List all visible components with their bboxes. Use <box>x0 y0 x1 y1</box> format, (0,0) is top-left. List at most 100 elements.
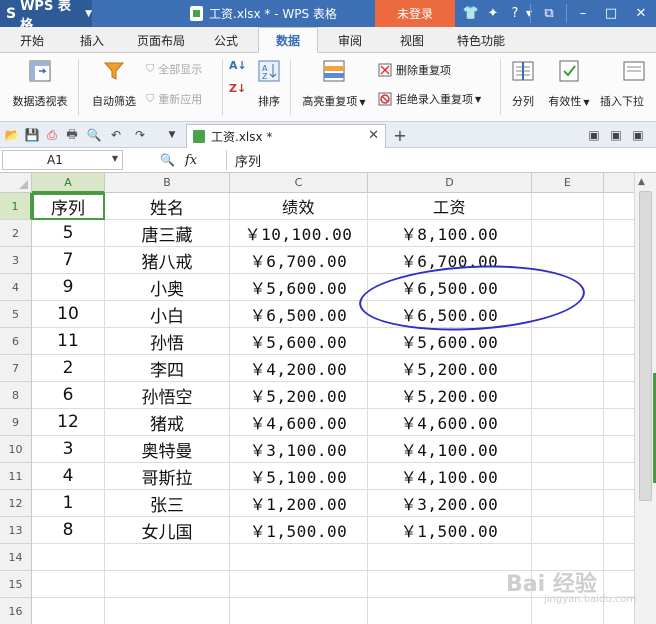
row-header-1[interactable]: 1 <box>0 193 32 220</box>
cell-c12[interactable]: ￥1,200.00 <box>230 490 368 517</box>
cell-b2[interactable]: 唐三藏 <box>105 220 230 247</box>
cell-a9[interactable]: 12 <box>32 409 105 436</box>
cell-a10[interactable]: 3 <box>32 436 105 463</box>
cell-c4[interactable]: ￥5,600.00 <box>230 274 368 301</box>
tab-page-layout[interactable]: 页面布局 <box>126 27 196 53</box>
maximize-icon[interactable]: □ <box>600 0 622 27</box>
cell-e1[interactable] <box>532 193 604 220</box>
cell-f8[interactable] <box>604 382 634 409</box>
cell-f11[interactable] <box>604 463 634 490</box>
spreadsheet-grid[interactable]: A B C D E 1 序列 姓名 绩效 工资 2 5 唐三藏 ￥10,100.00 ￥8,100.00 3 7… <box>0 173 634 624</box>
cell-c6[interactable]: ￥5,600.00 <box>230 328 368 355</box>
export-pdf-icon[interactable]: ⎙ <box>44 127 60 143</box>
cell-c16[interactable] <box>230 598 368 624</box>
row-header-8[interactable]: 8 <box>0 382 32 409</box>
tab-special[interactable]: 特色功能 <box>446 27 516 53</box>
row-header-7[interactable]: 7 <box>0 355 32 382</box>
cell-b1[interactable]: 姓名 <box>105 193 230 220</box>
row-header-2[interactable]: 2 <box>0 220 32 247</box>
cell-f10[interactable] <box>604 436 634 463</box>
cell-b6[interactable]: 孙悟 <box>105 328 230 355</box>
cell-f13[interactable] <box>604 517 634 544</box>
remove-duplicates-button[interactable]: 删除重复项 <box>378 62 451 78</box>
cell-f5[interactable] <box>604 301 634 328</box>
close-icon[interactable]: ✕ <box>630 0 652 27</box>
cell-a1[interactable]: 序列 <box>32 193 105 220</box>
scrollbar-thumb[interactable] <box>639 191 652 501</box>
cell-c15[interactable] <box>230 571 368 598</box>
cell-e2[interactable] <box>532 220 604 247</box>
cell-f14[interactable] <box>604 544 634 571</box>
row-header-3[interactable]: 3 <box>0 247 32 274</box>
tab-formula[interactable]: 公式 <box>200 27 252 53</box>
cell-e11[interactable] <box>532 463 604 490</box>
cell-c11[interactable]: ￥5,100.00 <box>230 463 368 490</box>
cell-e8[interactable] <box>532 382 604 409</box>
cell-a15[interactable] <box>32 571 105 598</box>
cell-f12[interactable] <box>604 490 634 517</box>
row-header-12[interactable]: 12 <box>0 490 32 517</box>
cell-a6[interactable]: 11 <box>32 328 105 355</box>
cell-e3[interactable] <box>532 247 604 274</box>
login-button[interactable]: 未登录 <box>375 0 455 27</box>
row-header-6[interactable]: 6 <box>0 328 32 355</box>
cell-e9[interactable] <box>532 409 604 436</box>
skin-icon[interactable]: 👕 <box>460 0 482 27</box>
cell-d8[interactable]: ￥5,200.00 <box>368 382 532 409</box>
cell-d1[interactable]: 工资 <box>368 193 532 220</box>
cell-a12[interactable]: 1 <box>32 490 105 517</box>
tab-option-a-icon[interactable]: ▣ <box>586 127 602 143</box>
app-menu-button[interactable]: S WPS 表格 ▼ <box>0 0 92 33</box>
cell-d2[interactable]: ￥8,100.00 <box>368 220 532 247</box>
name-box[interactable]: A1 ▼ <box>2 150 123 170</box>
new-tab-icon[interactable]: + <box>392 126 408 145</box>
tab-option-b-icon[interactable]: ▣ <box>608 127 624 143</box>
tab-home[interactable]: 开始 <box>6 27 58 53</box>
cell-b4[interactable]: 小奥 <box>105 274 230 301</box>
cell-e10[interactable] <box>532 436 604 463</box>
cell-f4[interactable] <box>604 274 634 301</box>
open-folder-icon[interactable]: 📂 <box>4 127 20 143</box>
cell-a14[interactable] <box>32 544 105 571</box>
cell-e6[interactable] <box>532 328 604 355</box>
cell-b3[interactable]: 猪八戒 <box>105 247 230 274</box>
cell-d16[interactable] <box>368 598 532 624</box>
cell-f7[interactable] <box>604 355 634 382</box>
cell-f2[interactable] <box>604 220 634 247</box>
reject-duplicates-button[interactable]: 拒绝录入重复项 ▼ <box>378 91 481 107</box>
cell-c7[interactable]: ￥4,200.00 <box>230 355 368 382</box>
reapply-button[interactable]: ⛉ 重新应用 <box>146 91 202 107</box>
autofilter-button[interactable]: 自动筛选 <box>88 59 140 109</box>
insert-dropdown-button[interactable]: 插入下拉 <box>600 59 656 109</box>
save-icon[interactable]: 💾 <box>24 127 40 143</box>
split-column-button[interactable]: 分列 <box>508 59 538 109</box>
cell-b14[interactable] <box>105 544 230 571</box>
scroll-up-icon[interactable]: ▲ <box>638 177 645 187</box>
cell-d4[interactable]: ￥6,500.00 <box>368 274 532 301</box>
cell-a4[interactable]: 9 <box>32 274 105 301</box>
cell-d10[interactable]: ￥4,100.00 <box>368 436 532 463</box>
document-tab[interactable]: 工资.xlsx * ✕ <box>186 124 386 148</box>
cell-d12[interactable]: ￥3,200.00 <box>368 490 532 517</box>
formula-input[interactable]: 序列 <box>226 150 654 170</box>
cell-c3[interactable]: ￥6,700.00 <box>230 247 368 274</box>
cell-a13[interactable]: 8 <box>32 517 105 544</box>
row-header-16[interactable]: 16 <box>0 598 32 624</box>
cell-a8[interactable]: 6 <box>32 382 105 409</box>
cell-c9[interactable]: ￥4,600.00 <box>230 409 368 436</box>
cell-a11[interactable]: 4 <box>32 463 105 490</box>
tab-review[interactable]: 审阅 <box>324 27 376 53</box>
sort-az-button[interactable]: A↓ Z↓ <box>229 59 247 95</box>
cell-c10[interactable]: ￥3,100.00 <box>230 436 368 463</box>
column-header-b[interactable]: B <box>105 173 230 193</box>
cell-a7[interactable]: 2 <box>32 355 105 382</box>
zoom-formula-icon[interactable]: 🔍 <box>160 153 175 167</box>
cell-c2[interactable]: ￥10,100.00 <box>230 220 368 247</box>
tab-insert[interactable]: 插入 <box>66 27 118 53</box>
column-header-c[interactable]: C <box>230 173 368 193</box>
restore-window-icon[interactable]: ⧉ <box>538 0 560 27</box>
close-tab-icon[interactable]: ✕ <box>368 128 379 143</box>
cell-a5[interactable]: 10 <box>32 301 105 328</box>
cell-a3[interactable]: 7 <box>32 247 105 274</box>
cell-b7[interactable]: 李四 <box>105 355 230 382</box>
